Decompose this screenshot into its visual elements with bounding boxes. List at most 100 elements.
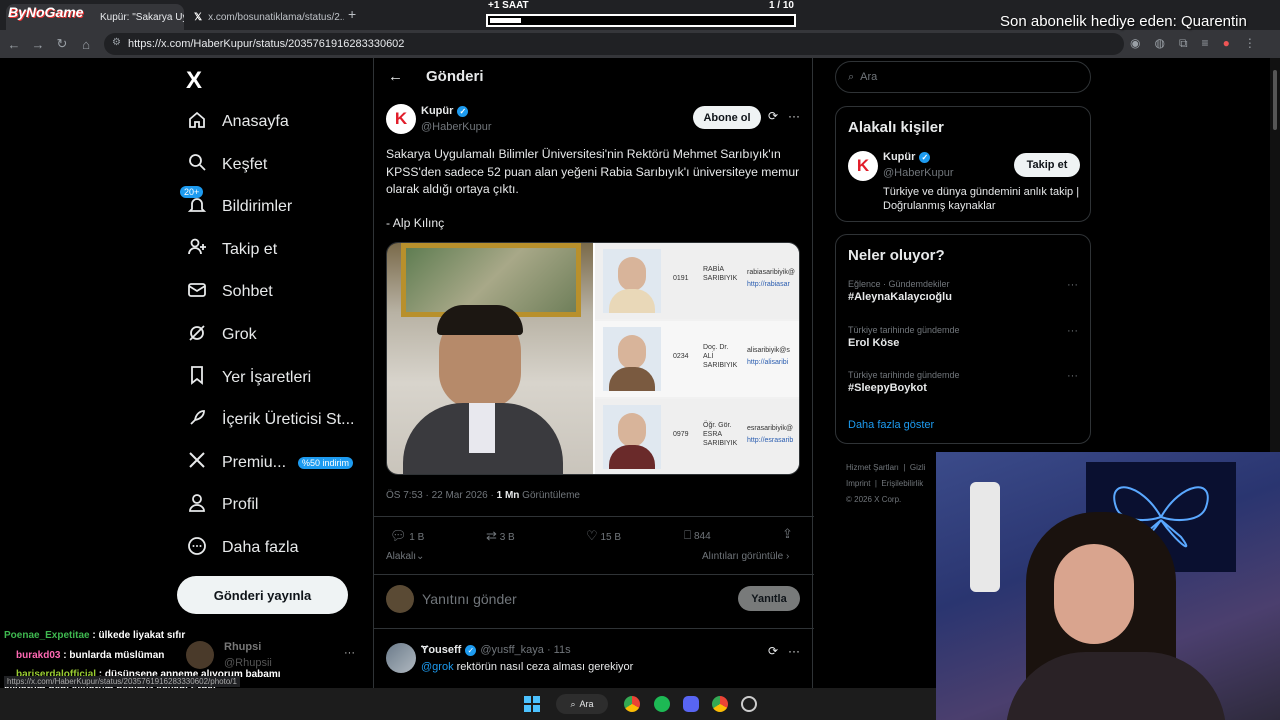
discord-icon[interactable] bbox=[683, 696, 699, 712]
more-icon[interactable]: ··· bbox=[788, 644, 800, 658]
menu-icon[interactable]: ⋮ bbox=[1244, 36, 1256, 51]
tab-label: x.com/bosunatiklama/status/2.. bbox=[208, 11, 344, 23]
sidebar-item-follow[interactable]: Takip et bbox=[186, 235, 277, 265]
sidebar-item-profile[interactable]: Profil bbox=[186, 490, 258, 520]
post-meta: ÖS 7:53 · 22 Mar 2026 · 1 Mn Görüntüleme bbox=[386, 490, 580, 501]
tab-inactive[interactable]: 𝕏 x.com/bosunatiklama/status/2.. ✕ bbox=[186, 4, 344, 30]
related-avatar[interactable]: K bbox=[848, 151, 878, 181]
reply-text: rektörün nasıl ceza alması gerekiyor bbox=[453, 661, 634, 673]
x-logo[interactable]: X bbox=[186, 67, 202, 95]
sidebar-item-search[interactable]: Keşfet bbox=[186, 150, 267, 180]
chrome-icon[interactable] bbox=[624, 696, 640, 712]
new-tab-button[interactable]: + bbox=[348, 6, 356, 22]
relevance-filter[interactable]: Alakalı⌄ bbox=[386, 551, 424, 562]
profile-icon bbox=[186, 492, 208, 519]
follow-button[interactable]: Takip et bbox=[1014, 153, 1080, 177]
reply-input[interactable]: Yanıtını gönder bbox=[422, 591, 517, 607]
reply-avatar[interactable] bbox=[386, 643, 416, 673]
staff-email: esrasaribiyik@ bbox=[747, 425, 794, 432]
sidebar-item-x[interactable]: Premiu... %50 indirim bbox=[186, 448, 354, 478]
extension-icon[interactable]: ◉ bbox=[1130, 36, 1140, 51]
sidebar-item-bookmark[interactable]: Yer İşaretleri bbox=[186, 363, 311, 393]
windows-start-icon[interactable] bbox=[524, 696, 540, 712]
staff-link: http://esrasarib bbox=[747, 437, 794, 444]
footer-link[interactable]: Hizmet Şartları bbox=[846, 463, 899, 472]
trend-item[interactable]: Eğlence · Gündemdekiler #AleynaKalaycıoğl… bbox=[848, 279, 1078, 303]
trend-item[interactable]: Türkiye tarihinde gündemde Erol Köse ··· bbox=[848, 325, 1078, 349]
sidebar-item-more[interactable]: Daha fazla bbox=[186, 533, 299, 563]
bookmark-action[interactable]: ⎕ 844 bbox=[684, 528, 711, 543]
app-icon[interactable] bbox=[741, 696, 757, 712]
sidebar-item-mail[interactable]: Sohbet bbox=[186, 277, 273, 307]
reply-mention[interactable]: @grok bbox=[421, 661, 454, 673]
avatar-icon[interactable]: ● bbox=[1223, 36, 1230, 51]
chrome-icon[interactable] bbox=[712, 696, 728, 712]
chat-username[interactable]: Poenae_Expetitae bbox=[4, 630, 90, 641]
spotify-icon[interactable] bbox=[654, 696, 670, 712]
home-icon[interactable]: ⌂ bbox=[74, 32, 98, 56]
extension-icon[interactable]: ◍ bbox=[1154, 36, 1164, 51]
like-action[interactable]: ♡ 15 B bbox=[586, 528, 621, 544]
scrollbar-thumb[interactable] bbox=[1273, 70, 1277, 130]
sidebar-item-label: Profil bbox=[222, 496, 259, 514]
footer-link[interactable]: Erişilebilirlik bbox=[881, 479, 923, 488]
staff-photo bbox=[603, 405, 661, 469]
trend-item[interactable]: Türkiye tarihinde gündemde #SleepyBoykot ·… bbox=[848, 370, 1078, 394]
timer-count: 1 / 10 bbox=[768, 0, 794, 11]
related-name-row[interactable]: Kupür ✓ bbox=[883, 151, 931, 163]
reply-author-name[interactable]: Ɏouseff bbox=[421, 644, 461, 656]
sidebar-item-label: Sohbet bbox=[222, 283, 273, 301]
follow-icon bbox=[186, 236, 208, 263]
grok-icon[interactable]: ⟳ bbox=[768, 644, 778, 658]
url-field[interactable]: ⚙ https://x.com/HaberKupur/status/203576… bbox=[104, 33, 1124, 55]
more-icon[interactable]: ··· bbox=[1067, 370, 1078, 382]
footer-link[interactable]: Gizli bbox=[910, 463, 926, 472]
site-info-icon[interactable]: ⚙ bbox=[112, 37, 121, 48]
footer-link[interactable]: Imprint bbox=[846, 479, 870, 488]
author-name-row[interactable]: Kupür ✓ bbox=[421, 105, 469, 117]
reload-icon[interactable]: ↻ bbox=[50, 32, 74, 56]
rocket-icon bbox=[186, 407, 208, 434]
chat-username[interactable]: burakd03 bbox=[16, 650, 60, 661]
puzzle-icon[interactable]: ⧉ bbox=[1179, 36, 1188, 51]
taskbar-search-label: Ara bbox=[579, 699, 594, 709]
sidebar-item-label: Grok bbox=[222, 326, 257, 343]
staff-row: 0191 RABİA SARIBIYIK rabiasaribiyik@ http:/… bbox=[595, 243, 799, 319]
staff-code: 0979 bbox=[673, 431, 689, 438]
more-icon[interactable]: ··· bbox=[1067, 325, 1078, 337]
search-input[interactable]: ⌕ Ara bbox=[835, 61, 1091, 93]
reply-action[interactable]: 💬︎ 1 B bbox=[390, 528, 424, 544]
bell-icon: 20+ bbox=[180, 185, 208, 221]
taskbar-search[interactable]: ⌕ Ara bbox=[556, 694, 608, 714]
share-icon[interactable]: ⇪ bbox=[782, 526, 793, 542]
status-url: https://x.com/HaberKupur/status/20357619… bbox=[4, 676, 240, 687]
post-button[interactable]: Gönderi yayınla bbox=[177, 576, 348, 614]
staff-row: 0234 Doç. Dr. ALİ SARIBIYIK alisaribiyik@s… bbox=[595, 321, 799, 397]
more-icon[interactable]: ··· bbox=[1067, 279, 1078, 291]
back-icon[interactable]: ← bbox=[2, 32, 26, 56]
subscribe-button[interactable]: Abone ol bbox=[693, 106, 761, 129]
repost-action[interactable]: ⇄ 3 B bbox=[486, 528, 515, 544]
trend-name: Erol Köse bbox=[848, 336, 900, 349]
grok-icon[interactable]: ⟳ bbox=[768, 109, 778, 123]
media-icon[interactable]: ≡ bbox=[1202, 36, 1209, 51]
back-arrow-icon[interactable]: ← bbox=[388, 68, 403, 85]
show-more-link[interactable]: Daha fazla göster bbox=[848, 419, 934, 431]
photo-left bbox=[387, 243, 593, 474]
sidebar-item-rocket[interactable]: İçerik Üreticisi St... bbox=[186, 405, 354, 435]
trend-name: #AleynaKalaycıoğlu bbox=[848, 291, 952, 303]
sidebar-item-home[interactable]: Anasayfa bbox=[186, 107, 289, 137]
author-avatar[interactable]: K bbox=[386, 104, 416, 134]
more-icon[interactable]: ··· bbox=[788, 109, 800, 123]
view-quotes-link[interactable]: Alıntıları görüntüle › bbox=[702, 551, 789, 562]
footer-links: Hizmet Şartları | Gizli Imprint | Erişil… bbox=[846, 463, 926, 504]
sidebar-item-bell[interactable]: 20+ Bildirimler bbox=[180, 185, 292, 222]
bookmark-icon: ⎕ bbox=[684, 528, 692, 542]
forward-icon[interactable]: → bbox=[26, 32, 50, 56]
chat-text: : ülkede liyakat sıfır bbox=[89, 630, 186, 641]
mail-icon bbox=[186, 279, 208, 306]
notification-badge: 20+ bbox=[180, 185, 204, 198]
sidebar-item-grok[interactable]: Grok bbox=[186, 320, 257, 350]
post-image[interactable]: 0191 RABİA SARIBIYIK rabiasaribiyik@ http:/… bbox=[386, 242, 800, 475]
reply-button[interactable]: Yanıtla bbox=[738, 586, 800, 611]
